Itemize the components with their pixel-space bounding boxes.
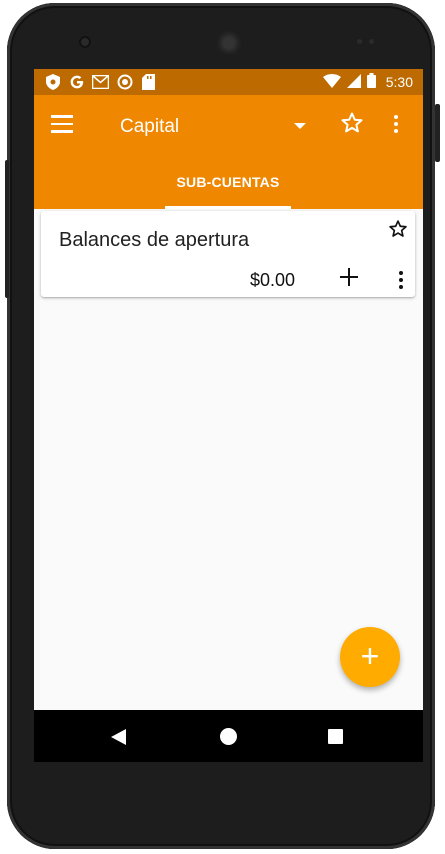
tab-label: SUB-CUENTAS: [176, 174, 280, 190]
wifi-icon: [322, 73, 341, 91]
app-bar: Capital SUB-CUENTAS: [34, 95, 423, 209]
signal-icon: [346, 73, 361, 91]
back-icon[interactable]: [111, 729, 126, 745]
status-bar: 5:30: [34, 69, 423, 95]
page-title[interactable]: Capital: [120, 116, 179, 138]
recents-icon[interactable]: [328, 729, 343, 744]
add-account-fab[interactable]: +: [340, 627, 400, 687]
favorite-star-icon[interactable]: [388, 219, 408, 244]
google-icon: [68, 73, 85, 90]
shield-icon: [44, 73, 61, 90]
tab-indicator: [165, 206, 291, 209]
battery-icon: [366, 73, 376, 91]
navigation-bar: [34, 710, 423, 762]
home-icon[interactable]: [220, 728, 237, 745]
tab-sub-cuentas[interactable]: SUB-CUENTAS: [165, 174, 291, 209]
power-button: [435, 104, 440, 162]
menu-icon[interactable]: [51, 115, 73, 133]
gmail-icon: [92, 73, 109, 90]
account-card[interactable]: Balances de apertura $0.00: [41, 211, 415, 297]
clock: 5:30: [385, 74, 413, 90]
dropdown-icon[interactable]: [294, 123, 306, 129]
card-more-vert-icon[interactable]: [397, 271, 405, 291]
front-camera: [79, 36, 91, 48]
circle-icon: [116, 73, 133, 90]
account-name: Balances de apertura: [59, 229, 250, 251]
earpiece-speaker: [217, 31, 241, 55]
screen: 5:30 Capital SUB-CUENTAS Balances de ape…: [34, 69, 423, 762]
account-balance: $0.00: [250, 270, 296, 290]
add-transaction-icon[interactable]: [340, 264, 358, 290]
star-outline-icon[interactable]: [340, 111, 364, 140]
volume-button: [5, 160, 9, 298]
phone-frame: 5:30 Capital SUB-CUENTAS Balances de ape…: [7, 3, 435, 849]
sd-card-icon: [140, 73, 157, 90]
more-vert-icon[interactable]: [389, 113, 403, 137]
sensor: [357, 39, 362, 44]
sensor: [369, 39, 374, 44]
